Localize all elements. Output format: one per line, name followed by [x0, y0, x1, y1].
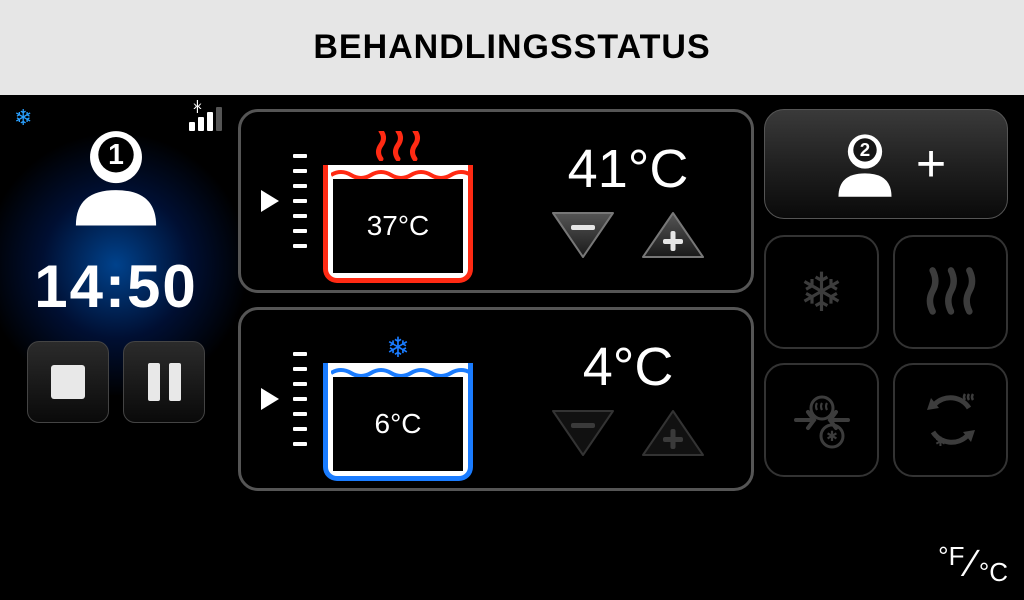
cold-active-indicator-icon [261, 388, 281, 410]
cold-level-gauge-icon [293, 352, 307, 446]
timer-controls [27, 341, 205, 423]
celsius-label: °C [979, 557, 1008, 588]
page-header: BEHANDLINGSSTATUS [0, 0, 1024, 95]
svg-text:✱: ✱ [826, 428, 838, 444]
fahrenheit-label: °F [938, 541, 964, 572]
stop-button[interactable] [27, 341, 109, 423]
compression-signal-icon: ›|‹ [189, 105, 222, 131]
svg-text:1: 1 [108, 139, 124, 171]
cold-decrease-button[interactable] [545, 404, 621, 462]
cold-target-block: 4°C [523, 336, 733, 462]
svg-text:✱: ✱ [935, 434, 946, 449]
contrast-cycle-icon: ✱ [921, 390, 981, 450]
cold-target-temp: 4°C [523, 336, 733, 398]
left-panel: ❄ ›|‹ 1 14:50 [0, 95, 232, 600]
timer-display: 14:50 [34, 252, 197, 321]
heat-waves-icon [373, 131, 423, 161]
cold-tank-card: ❄ 6°C 4°C [238, 307, 754, 491]
active-user-icon: 1 [57, 117, 175, 240]
hot-decrease-button[interactable] [545, 206, 621, 264]
hot-target-block: 41°C [523, 138, 733, 264]
user-icon: 2 [826, 125, 904, 203]
hot-target-temp: 41°C [523, 138, 733, 200]
hot-level-gauge-icon [293, 154, 307, 248]
hot-tank-card: 37°C 41°C [238, 109, 754, 293]
main-content: ❄ ›|‹ 1 14:50 [0, 95, 1024, 600]
cold-increase-button[interactable] [635, 404, 711, 462]
plus-icon: + [916, 134, 946, 194]
add-user-button[interactable]: 2 + [764, 109, 1008, 219]
cold-tank: ❄ 6°C [323, 333, 473, 481]
compression-icon: ✱ [790, 388, 854, 452]
right-panel: 2 + ❄ [762, 95, 1024, 600]
mode-heat-button[interactable] [893, 235, 1008, 349]
unit-toggle-button[interactable]: °F ∕ °C [938, 543, 1008, 586]
snowflake-icon: ❄ [14, 105, 32, 131]
hot-active-indicator-icon [261, 190, 281, 212]
mode-grid: ❄ ✱ [764, 235, 1008, 477]
mode-ice-button[interactable]: ❄ [764, 235, 879, 349]
hot-tank-temp: 37°C [333, 179, 463, 273]
mode-compression-button[interactable]: ✱ [764, 363, 879, 477]
middle-panel: 37°C 41°C [232, 95, 762, 600]
hot-tank: 37°C [323, 135, 473, 283]
slash-icon: ∕ [968, 543, 974, 586]
svg-text:2: 2 [860, 139, 870, 160]
cold-tank-temp: 6°C [333, 377, 463, 471]
snowflake-icon: ❄ [799, 261, 844, 324]
heat-waves-icon [924, 265, 978, 319]
hot-increase-button[interactable] [635, 206, 711, 264]
page-title: BEHANDLINGSSTATUS [313, 28, 710, 67]
snowflake-icon: ❄ [386, 331, 409, 364]
mode-contrast-button[interactable]: ✱ [893, 363, 1008, 477]
pause-button[interactable] [123, 341, 205, 423]
